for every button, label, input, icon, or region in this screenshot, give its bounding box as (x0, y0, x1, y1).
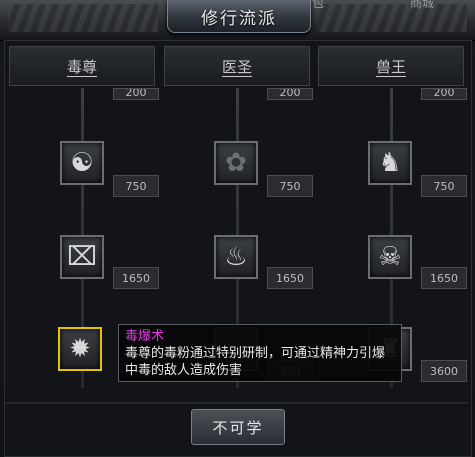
ornament-left (8, 4, 158, 32)
window-title: 修行流派 (167, 0, 311, 33)
skill-cost: 200 (267, 88, 313, 100)
skill-cost: 200 (421, 88, 467, 100)
skill-cost: 1650 (113, 267, 159, 289)
yin-yang-icon[interactable]: ☯ (60, 141, 104, 185)
talisman-icon[interactable]: ⌧ (60, 235, 104, 279)
skill-cost: 3600 (421, 360, 467, 382)
tab-healer[interactable]: 医圣 (164, 46, 310, 86)
tab-beast[interactable]: 兽王 (318, 46, 464, 86)
healing-herb-icon[interactable]: ✿ (214, 141, 258, 185)
demon-icon[interactable]: ☠ (368, 235, 412, 279)
tooltip-description: 毒尊的毒粉通过特别研制，可通过精神力引爆中毒的敌人造成伤害 (125, 346, 386, 378)
top-menu-right[interactable]: 商城 (410, 0, 434, 11)
skill-tooltip: 毒爆术 毒尊的毒粉通过特别研制，可通过精神力引爆中毒的敌人造成伤害 (118, 324, 402, 382)
flame-icon[interactable]: ♨ (214, 235, 258, 279)
tab-poison[interactable]: 毒尊 (9, 46, 155, 86)
skill-cost: 1650 (267, 267, 313, 289)
tooltip-skill-name: 毒爆术 (125, 329, 165, 344)
skill-cost: 200 (113, 88, 159, 100)
divider (6, 402, 468, 404)
poison-burst-icon[interactable]: ✹ (58, 327, 102, 371)
skill-cost: 750 (421, 175, 467, 197)
skill-cost: 750 (113, 175, 159, 197)
beast-summon-icon[interactable]: ♞ (368, 141, 412, 185)
skill-cost: 1650 (421, 267, 467, 289)
skill-cost: 750 (267, 175, 313, 197)
ornament-right (317, 4, 467, 32)
learn-button[interactable]: 不可学 (191, 409, 285, 445)
